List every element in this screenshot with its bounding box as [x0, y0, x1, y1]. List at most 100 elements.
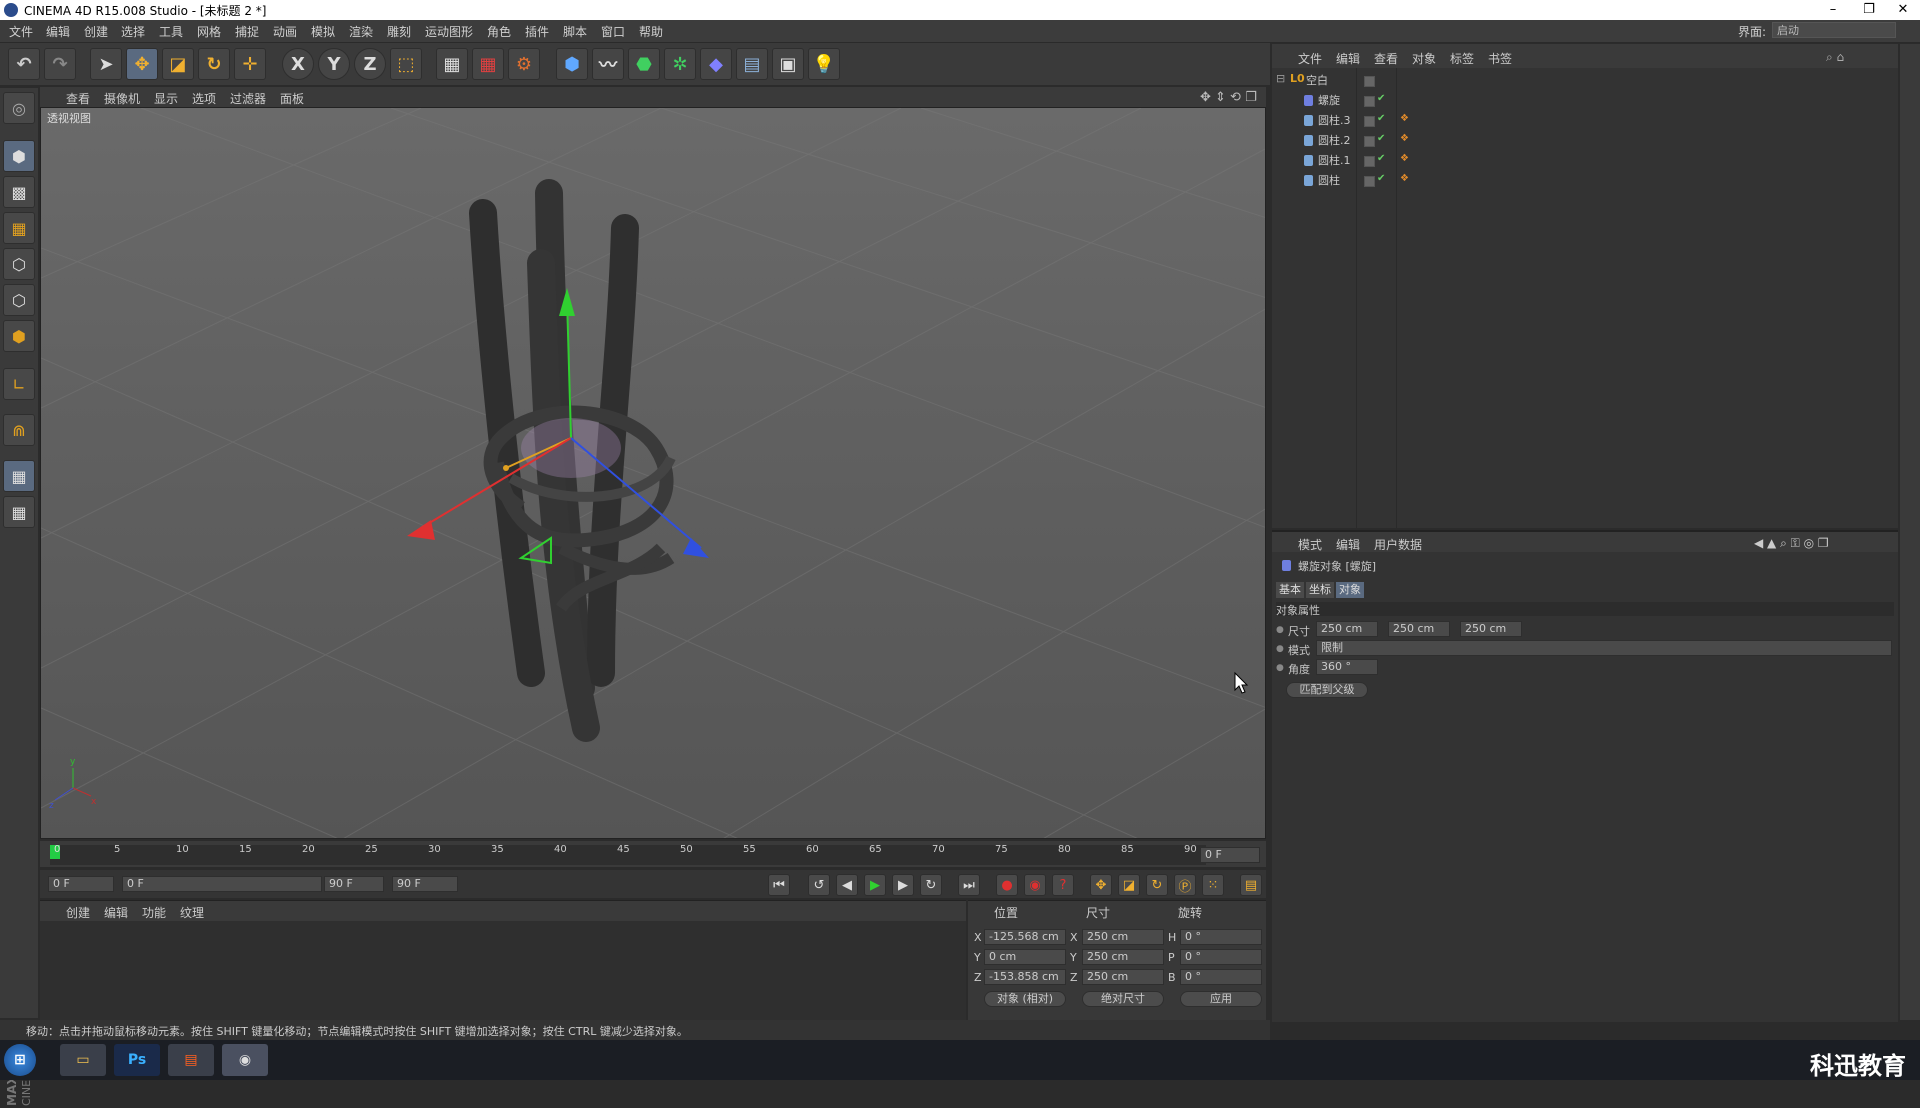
- material-menu-texture[interactable]: 纹理: [180, 904, 204, 921]
- anim-dot-icon[interactable]: ●: [1276, 644, 1284, 654]
- timeline-ruler[interactable]: 0 5 10 15 20 25 30 35 40 45 50 55 60 65 …: [40, 841, 1266, 867]
- autokey-icon[interactable]: ◉: [1024, 874, 1046, 896]
- position-y-field[interactable]: 0 cm: [984, 949, 1066, 965]
- enabled-check-icon[interactable]: ✔: [1377, 113, 1385, 124]
- redo-icon[interactable]: ↷: [44, 48, 76, 80]
- menu-tools[interactable]: 工具: [159, 23, 183, 40]
- photoshop-icon[interactable]: Ps: [114, 1044, 160, 1076]
- am-menu-userdata[interactable]: 用户数据: [1374, 536, 1422, 553]
- expand-icon[interactable]: ⊟: [1276, 72, 1285, 85]
- material-menu-edit[interactable]: 编辑: [104, 904, 128, 921]
- menu-snap[interactable]: 捕捉: [235, 23, 259, 40]
- size-z-input[interactable]: 250 cm: [1460, 621, 1522, 637]
- rotation-b-field[interactable]: 0 °: [1180, 969, 1262, 985]
- object-row-twist[interactable]: 螺旋 ✔: [1272, 92, 1898, 110]
- render-picture-viewer-icon[interactable]: ▦: [472, 48, 504, 80]
- polygons-mode-icon[interactable]: ⬢: [3, 320, 35, 352]
- size-y-field[interactable]: 250 cm: [1082, 949, 1164, 965]
- y-axis-lock-button[interactable]: Y: [318, 48, 350, 80]
- anim-dot-icon[interactable]: ●: [1276, 663, 1284, 673]
- size-z-field[interactable]: 250 cm: [1082, 969, 1164, 985]
- x-axis-lock-button[interactable]: X: [282, 48, 314, 80]
- menu-character[interactable]: 角色: [487, 23, 511, 40]
- key-position-icon[interactable]: ✥: [1090, 874, 1112, 896]
- start-frame-field[interactable]: 0 F: [48, 876, 114, 892]
- am-menu-mode[interactable]: 模式: [1298, 536, 1322, 553]
- end-frame-field[interactable]: 90 F: [392, 876, 458, 892]
- snap-magnet-icon[interactable]: ⋒: [3, 414, 35, 446]
- am-nav-icons[interactable]: ◀ ▲ ⌕ ⚿ ◎ ❐: [1754, 536, 1829, 551]
- menu-render[interactable]: 渲染: [349, 23, 373, 40]
- mode-dropdown[interactable]: 限制: [1316, 640, 1892, 656]
- render-view-icon[interactable]: ▦: [436, 48, 468, 80]
- menu-plugins[interactable]: 插件: [525, 23, 549, 40]
- size-mode-dropdown[interactable]: 绝对尺寸: [1082, 991, 1164, 1007]
- phong-tag-icon[interactable]: ❖: [1400, 113, 1409, 124]
- anim-dot-icon[interactable]: ●: [1276, 625, 1284, 635]
- texture-mode-icon[interactable]: ▩: [3, 176, 35, 208]
- menu-mograph[interactable]: 运动图形: [425, 23, 473, 40]
- points-mode-icon[interactable]: ⬡: [3, 248, 35, 280]
- size-x-input[interactable]: 250 cm: [1316, 621, 1378, 637]
- z-axis-lock-button[interactable]: Z: [354, 48, 386, 80]
- rotation-p-field[interactable]: 0 °: [1180, 949, 1262, 965]
- size-x-field[interactable]: 250 cm: [1082, 929, 1164, 945]
- size-y-input[interactable]: 250 cm: [1388, 621, 1450, 637]
- menu-window[interactable]: 窗口: [601, 23, 625, 40]
- coordinate-system-icon[interactable]: ⬚: [390, 48, 422, 80]
- coordinate-mode-dropdown[interactable]: 对象 (相对): [984, 991, 1066, 1007]
- viewport-menu-camera[interactable]: 摄像机: [104, 90, 140, 107]
- phong-tag-icon[interactable]: ❖: [1400, 153, 1409, 164]
- key-parameter-icon[interactable]: Ⓟ: [1174, 874, 1196, 896]
- layout-select[interactable]: 启动: [1772, 22, 1896, 38]
- object-row-cylinder[interactable]: 圆柱 ✔ ❖: [1272, 172, 1898, 190]
- goto-start-icon[interactable]: ⏮: [768, 874, 790, 896]
- position-x-field[interactable]: -125.568 cm: [984, 929, 1066, 945]
- apply-button[interactable]: 应用: [1180, 991, 1262, 1007]
- fit-to-parent-button[interactable]: 匹配到父级: [1286, 682, 1368, 698]
- render-settings-icon[interactable]: ⚙: [508, 48, 540, 80]
- om-menu-view[interactable]: 查看: [1374, 50, 1398, 67]
- goto-end-icon[interactable]: ⏭: [958, 874, 980, 896]
- visibility-flag-icon[interactable]: [1364, 116, 1375, 127]
- prev-key-icon[interactable]: ↺: [808, 874, 830, 896]
- object-row-null[interactable]: ⊟ L0 空白: [1272, 72, 1898, 90]
- app-orange-icon[interactable]: ▤: [168, 1044, 214, 1076]
- visibility-flag-icon[interactable]: [1364, 136, 1375, 147]
- minimize-button[interactable]: –: [1818, 0, 1848, 20]
- menu-animate[interactable]: 动画: [273, 23, 297, 40]
- tab-object[interactable]: 对象: [1336, 582, 1364, 598]
- close-button[interactable]: ✕: [1888, 0, 1918, 20]
- timeline-window-icon[interactable]: ▤: [1240, 874, 1262, 896]
- current-frame-field[interactable]: 0 F: [1200, 847, 1260, 863]
- menu-create[interactable]: 创建: [84, 23, 108, 40]
- scale-tool-icon[interactable]: ◪: [162, 48, 194, 80]
- deformer-icon[interactable]: ◆: [700, 48, 732, 80]
- move-tool-icon[interactable]: ✥: [126, 48, 158, 80]
- tab-basic[interactable]: 基本: [1276, 582, 1304, 598]
- am-menu-edit[interactable]: 编辑: [1336, 536, 1360, 553]
- tab-coord[interactable]: 坐标: [1306, 582, 1334, 598]
- phong-tag-icon[interactable]: ❖: [1400, 173, 1409, 184]
- visibility-flag-icon[interactable]: [1364, 76, 1375, 87]
- range-end-slider[interactable]: 90 F: [324, 876, 384, 892]
- rotate-tool-icon[interactable]: ↻: [198, 48, 230, 80]
- perspective-viewport[interactable]: y x z 透视视图: [40, 107, 1266, 839]
- right-side-tabs[interactable]: [1900, 44, 1920, 1020]
- viewport-nav-icons[interactable]: ✥ ⇕ ⟲ ❐: [1200, 90, 1257, 105]
- menu-sculpt[interactable]: 雕刻: [387, 23, 411, 40]
- material-menu-create[interactable]: 创建: [66, 904, 90, 921]
- object-row-cylinder1[interactable]: 圆柱.1 ✔ ❖: [1272, 152, 1898, 170]
- om-menu-bookmarks[interactable]: 书签: [1488, 50, 1512, 67]
- phong-tag-icon[interactable]: ❖: [1400, 133, 1409, 144]
- edges-mode-icon[interactable]: ⬡: [3, 284, 35, 316]
- key-rotation-icon[interactable]: ↻: [1146, 874, 1168, 896]
- enabled-check-icon[interactable]: ✔: [1377, 153, 1385, 164]
- om-search-icon[interactable]: ⌕ ⌂: [1826, 50, 1844, 65]
- enabled-check-icon[interactable]: ✔: [1377, 93, 1385, 104]
- om-menu-file[interactable]: 文件: [1298, 50, 1322, 67]
- model-mode-icon[interactable]: ⬢: [3, 140, 35, 172]
- cinema4d-taskbar-icon[interactable]: ◉: [222, 1044, 268, 1076]
- undo-icon[interactable]: ↶: [8, 48, 40, 80]
- key-scale-icon[interactable]: ◪: [1118, 874, 1140, 896]
